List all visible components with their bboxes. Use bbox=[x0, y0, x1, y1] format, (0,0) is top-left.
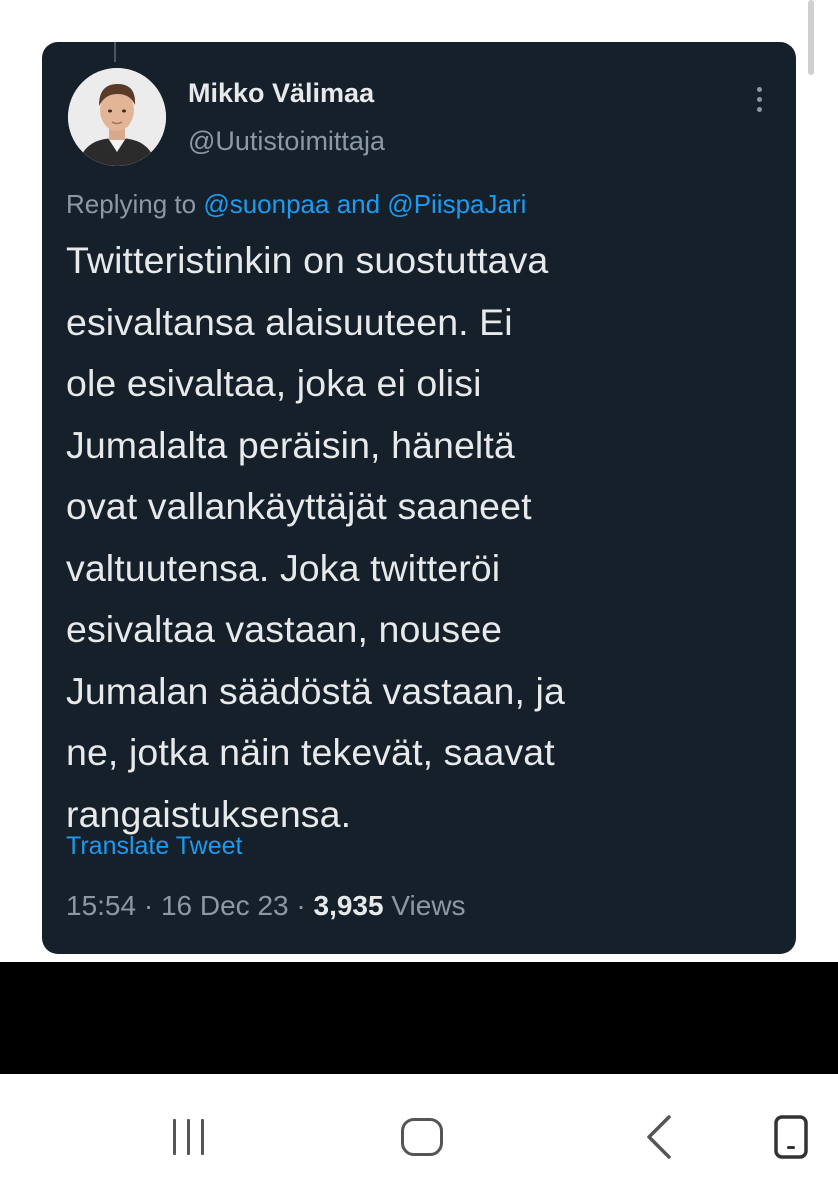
replying-joiner: and bbox=[329, 189, 388, 219]
meta-separator: · bbox=[136, 890, 161, 921]
home-button[interactable] bbox=[384, 1074, 460, 1200]
tweet-card: Mikko Välimaa @Uutistoimittaja Replying … bbox=[42, 42, 796, 954]
recent-apps-icon bbox=[172, 1119, 204, 1155]
back-button[interactable] bbox=[624, 1074, 694, 1200]
tweet-text-line: ole esivaltaa, joka ei olisi bbox=[66, 362, 482, 404]
author-display-name[interactable]: Mikko Välimaa bbox=[188, 78, 374, 109]
replying-to-label: Replying to bbox=[66, 189, 204, 219]
tweet-text-line: Jumalan säädöstä vastaan, ja bbox=[66, 669, 565, 712]
thread-line bbox=[114, 42, 116, 62]
mention-link[interactable]: @suonpaa bbox=[203, 189, 329, 219]
tweet-time[interactable]: 15:54 bbox=[66, 890, 136, 921]
home-icon bbox=[401, 1118, 443, 1156]
more-vertical-icon[interactable] bbox=[744, 82, 774, 116]
author-handle[interactable]: @Uutistoimittaja bbox=[188, 126, 385, 157]
tweet-text-line: esivaltansa alaisuuteen. Ei bbox=[66, 300, 513, 343]
tweet-text-line: Twitteristinkin on suostuttava bbox=[66, 239, 549, 281]
views-count[interactable]: 3,935 bbox=[314, 890, 384, 921]
tweet-text-line: ovat vallankäyttäjät saaneet bbox=[66, 485, 532, 527]
back-icon bbox=[647, 1115, 671, 1159]
tweet-text-line: esivaltaa vastaan, nousee bbox=[66, 608, 503, 650]
mention-link[interactable]: @PiispaJari bbox=[387, 189, 526, 219]
tweet-text-line: valtuutensa. Joka twitteröi bbox=[66, 546, 501, 589]
navigation-bar bbox=[0, 1074, 838, 1200]
views-label: Views bbox=[391, 890, 466, 921]
rotate-screen-button[interactable] bbox=[756, 1074, 826, 1200]
translate-tweet-link[interactable]: Translate Tweet bbox=[66, 832, 242, 861]
avatar-portrait bbox=[68, 68, 166, 166]
letterbox-band bbox=[0, 962, 838, 1074]
tweet-date[interactable]: 16 Dec 23 bbox=[161, 890, 289, 921]
scrollbar[interactable] bbox=[808, 0, 814, 75]
tweet-text-line: Jumalalta peräisin, häneltä bbox=[66, 423, 515, 466]
avatar[interactable] bbox=[68, 68, 166, 166]
rotate-screen-icon bbox=[774, 1115, 808, 1159]
tweet-meta: 15:54 · 16 Dec 23 · 3,935 Views bbox=[66, 890, 466, 922]
tweet-text: Twitteristinkin on suostuttava esivaltan… bbox=[66, 230, 766, 845]
recent-apps-button[interactable] bbox=[150, 1074, 226, 1200]
tweet-text-line: ne, jotka näin tekevät, saavat bbox=[66, 731, 555, 773]
replying-to: Replying to @suonpaa and @PiispaJari bbox=[66, 189, 526, 220]
meta-separator: · bbox=[288, 890, 314, 921]
